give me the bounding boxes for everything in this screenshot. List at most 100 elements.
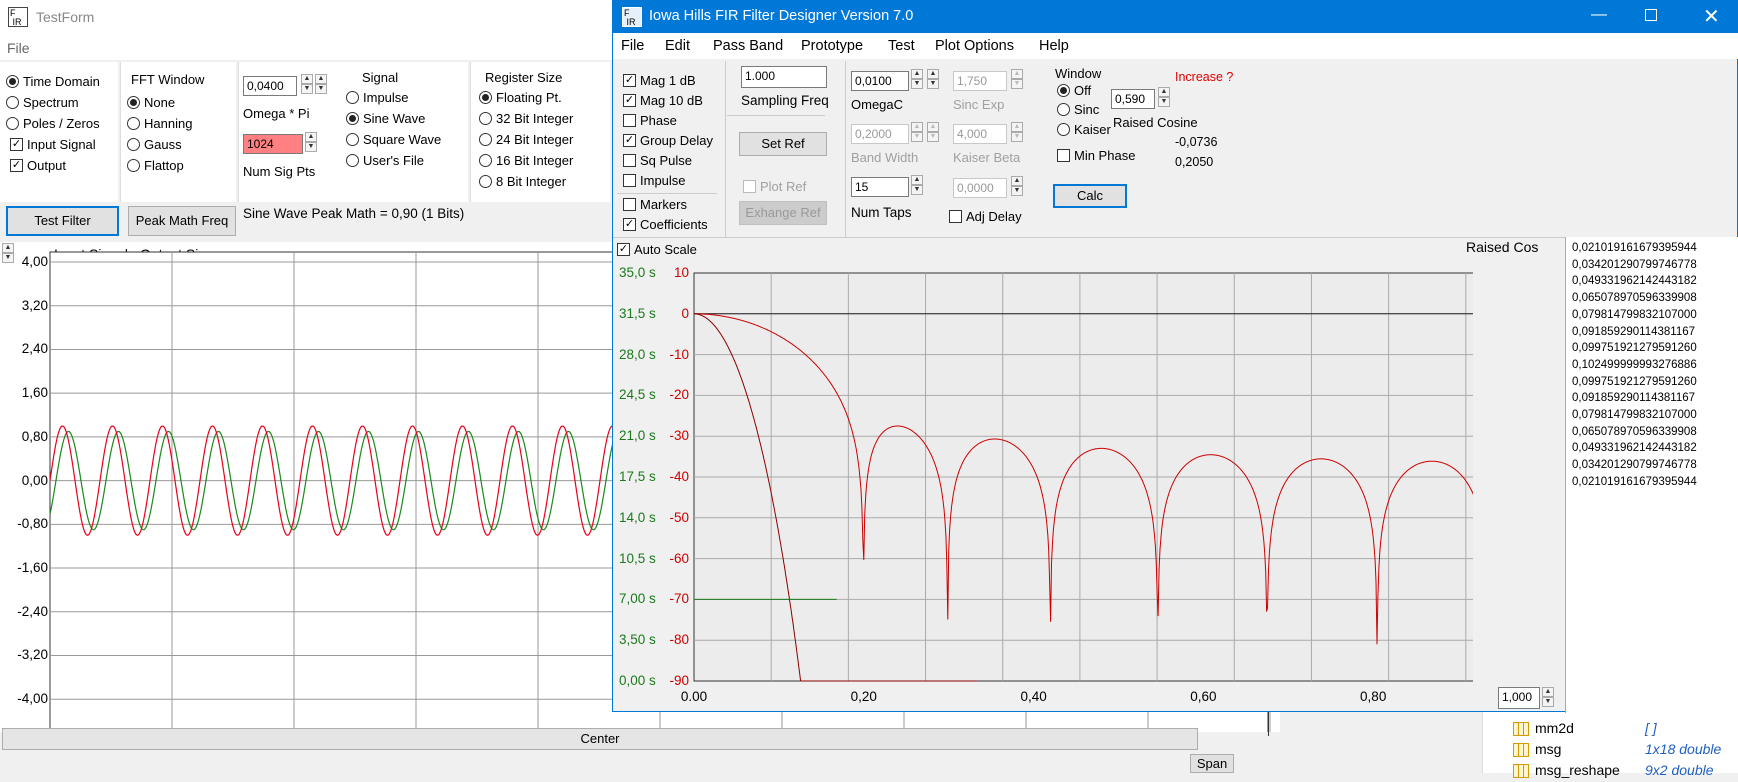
radio-fft-flattop[interactable]: Flattop xyxy=(127,158,184,173)
radio-spectrum[interactable]: Spectrum xyxy=(6,95,79,110)
square-wave-label: Square Wave xyxy=(363,132,442,147)
peak-math-freq-button[interactable]: Peak Math Freq xyxy=(128,206,236,236)
radio-signal-impulse[interactable]: Impulse xyxy=(346,90,409,105)
variable-value: 1x18 double xyxy=(1645,741,1722,757)
variable-value: [ ] xyxy=(1645,720,1657,736)
radio-reg-32[interactable]: 32 Bit Integer xyxy=(479,111,573,126)
variable-grid-icon xyxy=(1513,722,1529,736)
radio-signal-users-file[interactable]: User's File xyxy=(346,153,424,168)
plot-title: Raised Cos xyxy=(1466,239,1539,255)
display-group: Time Domain Spectrum Poles / Zeros Input… xyxy=(0,62,118,202)
radio-dot xyxy=(127,96,140,109)
bottom-strip xyxy=(0,752,1280,773)
x-max-spinner[interactable]: ▲ ▼ xyxy=(1542,687,1554,707)
radio-dot xyxy=(346,154,359,167)
span-button[interactable]: Span xyxy=(1190,754,1234,773)
variable-grid-icon xyxy=(1513,764,1529,778)
radio-poles-zeros[interactable]: Poles / Zeros xyxy=(6,116,100,131)
spin-down-icon[interactable]: ▼ xyxy=(1542,697,1554,707)
radio-dot xyxy=(479,175,492,188)
radio-dot xyxy=(127,159,140,172)
check-input-signal[interactable]: Input Signal xyxy=(10,137,96,152)
x-max-input[interactable]: 1,000 xyxy=(1498,687,1540,709)
signal-title: Signal xyxy=(362,70,399,85)
spin-up-icon[interactable]: ▲ xyxy=(1542,687,1554,697)
coefficient-item: 0,034201290799746778 xyxy=(1572,258,1697,271)
spin-up-icon[interactable]: ▲ xyxy=(301,74,313,84)
floating-label: Floating Pt. xyxy=(496,90,562,105)
radio-reg-24[interactable]: 24 Bit Integer xyxy=(479,132,573,147)
spin-down-icon[interactable]: ▼ xyxy=(301,84,313,94)
workspace-row[interactable]: mm2d [ ] xyxy=(1513,720,1738,740)
radio-dot xyxy=(346,91,359,104)
variable-name: msg_reshape xyxy=(1535,762,1620,778)
menu-file[interactable]: File xyxy=(7,40,30,56)
spin-down-icon[interactable]: ▼ xyxy=(315,84,327,94)
variable-grid-icon xyxy=(1513,743,1529,757)
omega-input[interactable]: 0,0400 xyxy=(243,76,297,96)
fft-window-title: FFT Window xyxy=(131,72,205,87)
coefficient-item: 0,079814799832107000 xyxy=(1572,409,1697,422)
radio-signal-square[interactable]: Square Wave xyxy=(346,132,441,147)
input-signal-label: Input Signal xyxy=(27,137,96,152)
coefficient-item: 0,034201290799746778 xyxy=(1572,459,1697,472)
radio-time-domain[interactable]: Time Domain xyxy=(6,74,100,89)
peak-math-text: Sine Wave Peak Math = 0,90 (1 Bits) xyxy=(243,206,465,221)
spectrum-label: Spectrum xyxy=(23,95,79,110)
checkbox xyxy=(10,159,23,172)
spin-down-icon[interactable]: ▼ xyxy=(305,142,317,152)
radio-signal-sine[interactable]: Sine Wave xyxy=(346,111,425,126)
app-icon: F IR xyxy=(8,7,28,27)
omega-spinner[interactable]: ▲ ▼ xyxy=(301,74,313,94)
none-label: None xyxy=(144,95,176,110)
radio-dot xyxy=(346,133,359,146)
variable-name: mm2d xyxy=(1535,720,1574,736)
register-title: Register Size xyxy=(485,70,563,85)
coefficient-item: 0,079814799832107000 xyxy=(1572,308,1697,321)
variable-value: 9x2 double xyxy=(1645,762,1714,778)
radio-fft-hanning[interactable]: Hanning xyxy=(127,116,192,131)
coefficient-item: 0,021019161679395944 xyxy=(1572,475,1697,488)
minimize-icon[interactable]: — xyxy=(1591,6,1607,24)
close-icon[interactable]: ✕ xyxy=(1703,4,1720,29)
center-button[interactable]: Center xyxy=(2,728,1198,750)
output-label: Output xyxy=(27,158,67,173)
b24-label: 24 Bit Integer xyxy=(496,132,574,147)
test-filter-button[interactable]: Test Filter xyxy=(6,206,119,236)
variable-name: msg xyxy=(1535,741,1562,757)
radio-dot xyxy=(6,96,19,109)
radio-dot xyxy=(346,112,359,125)
coefficient-item: 0,099751921279591260 xyxy=(1572,375,1697,388)
radio-fft-gauss[interactable]: Gauss xyxy=(127,137,182,152)
radio-reg-floating[interactable]: Floating Pt. xyxy=(479,90,562,105)
spin-up-icon[interactable]: ▲ xyxy=(305,132,317,142)
workspace-row[interactable]: msg 1x18 double xyxy=(1513,741,1738,761)
radio-dot xyxy=(479,112,492,125)
workspace-row[interactable]: msg_reshape 9x2 double xyxy=(1513,762,1738,782)
signal-group: Signal Impulse Sine Wave Square Wave Use… xyxy=(340,62,468,202)
coefficient-item: 0,065078970596339908 xyxy=(1572,292,1697,305)
radio-reg-16[interactable]: 16 Bit Integer xyxy=(479,153,573,168)
coefficient-item: 0,091859290114381167 xyxy=(1572,392,1696,405)
radio-dot xyxy=(127,138,140,151)
hanning-label: Hanning xyxy=(144,116,193,131)
coefficient-item: 0,091859290114381167 xyxy=(1572,325,1696,338)
coefficient-item: 0,049331962142443182 xyxy=(1572,275,1697,288)
impulse-label: Impulse xyxy=(363,90,409,105)
maximize-icon[interactable] xyxy=(1645,9,1657,21)
num-sig-pts-input[interactable]: 1024 xyxy=(243,134,303,154)
testform-menubar: File xyxy=(0,36,620,60)
radio-reg-8[interactable]: 8 Bit Integer xyxy=(479,174,566,189)
coefficient-item: 0,102499999993276886 xyxy=(1572,358,1697,371)
radio-dot xyxy=(479,133,492,146)
fir-frequency-chart xyxy=(693,272,1473,682)
omega-group: 0,0400 ▲ ▼ ▲ ▼ Omega * Pi 1024 ▲ ▼ Num Sig … xyxy=(238,62,348,202)
coefficients-list[interactable]: 0,021019161679395944 0,034201290799746778… xyxy=(1565,237,1738,713)
spin-up-icon[interactable]: ▲ xyxy=(315,74,327,84)
check-output[interactable]: Output xyxy=(10,158,66,173)
fir-window: F IR Iowa Hills FIR Filter Designer Vers… xyxy=(612,0,1738,713)
omega-spinner-2[interactable]: ▲ ▼ xyxy=(315,74,327,94)
num-sig-pts-spinner[interactable]: ▲ ▼ xyxy=(305,132,317,152)
coefficient-values: 0,021019161679395944 0,034201290799746778… xyxy=(1572,240,1697,491)
radio-fft-none[interactable]: None xyxy=(127,95,175,110)
